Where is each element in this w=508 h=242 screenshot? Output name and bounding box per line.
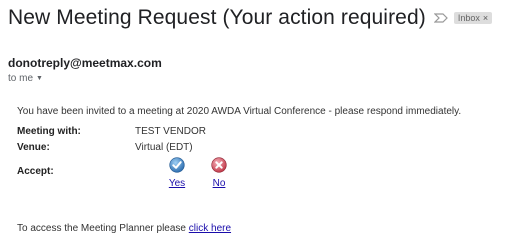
accept-no-link[interactable]: No — [213, 178, 226, 189]
footer-text: To access the Meeting Planner please — [17, 223, 189, 234]
chevron-down-icon[interactable]: ▼ — [36, 75, 43, 82]
meeting-planner-link[interactable]: click here — [189, 223, 231, 234]
planner-access-text: To access the Meeting Planner please cli… — [17, 223, 231, 234]
accept-no-option: No — [199, 157, 239, 189]
invitation-text: You have been invited to a meeting at 20… — [17, 106, 462, 117]
recipient-details-toggle[interactable]: to me ▼ — [8, 73, 43, 84]
inbox-label-chip[interactable]: Inbox × — [453, 12, 493, 24]
venue-value: Virtual (EDT) — [135, 142, 193, 153]
recipient-text: to me — [8, 73, 34, 84]
importance-marker-icon[interactable] — [433, 11, 448, 25]
venue-label: Venue: — [17, 142, 50, 153]
cross-circle-icon[interactable] — [211, 157, 227, 173]
checkmark-circle-icon[interactable] — [169, 157, 185, 173]
accept-yes-link[interactable]: Yes — [169, 178, 185, 189]
remove-label-icon[interactable]: × — [483, 13, 488, 23]
subject-row: New Meeting Request (Your action require… — [8, 6, 493, 30]
meeting-with-label: Meeting with: — [17, 126, 81, 137]
email-subject: New Meeting Request (Your action require… — [8, 6, 426, 29]
inbox-label-text: Inbox — [457, 13, 480, 23]
sender-address: donotreply@meetmax.com — [8, 56, 162, 70]
accept-yes-option: Yes — [157, 157, 197, 189]
meeting-with-value: TEST VENDOR — [135, 126, 206, 137]
accept-label: Accept: — [17, 166, 54, 177]
